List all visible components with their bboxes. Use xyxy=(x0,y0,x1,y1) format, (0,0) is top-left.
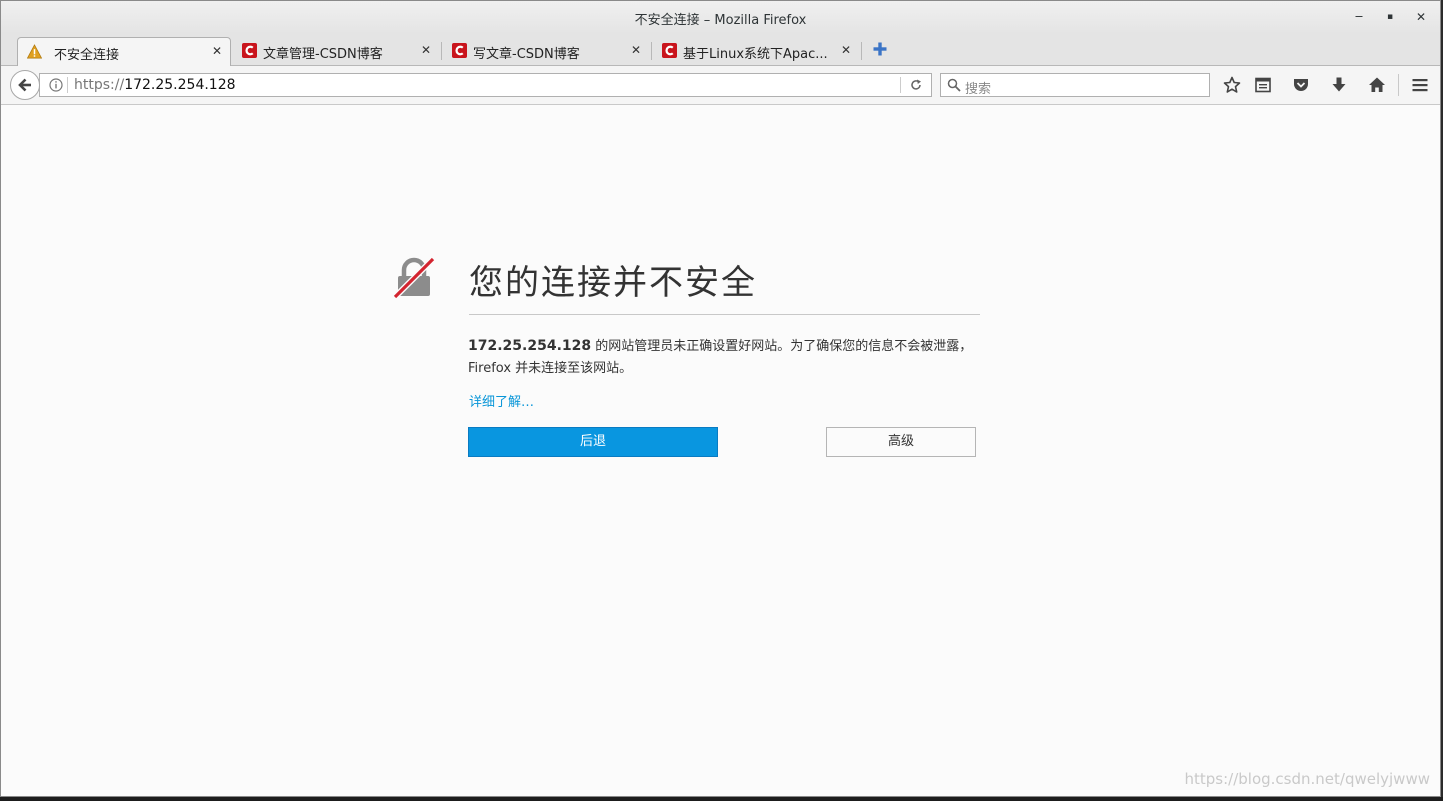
broken-lock-icon xyxy=(393,257,435,299)
maximize-button[interactable]: ▪ xyxy=(1380,7,1400,27)
tab-separator xyxy=(651,42,652,60)
url-divider xyxy=(900,77,901,93)
desktop-taskbar-edge xyxy=(0,797,1443,801)
toolbar-divider xyxy=(1398,74,1399,96)
url-host: 172.25.254.128 xyxy=(124,77,236,93)
watermark: https://blog.csdn.net/qwelyjwww xyxy=(1184,770,1431,788)
tab-title: 写文章-CSDN博客 xyxy=(473,47,580,62)
error-title: 您的连接并不安全 xyxy=(469,263,757,303)
tab-title: 不安全连接 xyxy=(54,48,120,63)
csdn-icon xyxy=(242,43,257,58)
url-protocol: https:// xyxy=(74,77,125,93)
back-arrow-icon xyxy=(18,78,31,92)
error-description: 172.25.254.128 的网站管理员未正确设置好网站。为了确保您的信息不会… xyxy=(468,335,978,380)
tab-close-button[interactable]: ✕ xyxy=(421,43,431,57)
search-placeholder: 搜索 xyxy=(965,82,992,97)
pocket-icon[interactable] xyxy=(1292,76,1310,94)
tab-article-management[interactable]: 文章管理-CSDN博客 ✕ xyxy=(233,37,439,66)
reload-icon[interactable] xyxy=(909,78,923,92)
search-bar[interactable]: 搜索 xyxy=(940,73,1210,97)
url-bar[interactable]: https://172.25.254.128 xyxy=(39,73,932,97)
tab-separator xyxy=(861,42,862,60)
bookmark-star-icon[interactable] xyxy=(1223,76,1241,94)
tab-close-button[interactable]: ✕ xyxy=(212,44,222,58)
close-window-button[interactable]: ✕ xyxy=(1411,7,1431,27)
csdn-icon xyxy=(662,43,677,58)
window-title: 不安全连接 – Mozilla Firefox xyxy=(634,13,807,28)
home-icon[interactable] xyxy=(1368,76,1386,94)
url-divider xyxy=(67,77,68,93)
learn-more-link[interactable]: 详细了解… xyxy=(469,391,534,410)
error-host: 172.25.254.128 xyxy=(468,338,592,354)
minimize-button[interactable]: ‒ xyxy=(1349,7,1369,27)
error-divider xyxy=(469,314,980,315)
advanced-button[interactable]: 高级 xyxy=(826,427,976,457)
url-text[interactable]: https://172.25.254.128 xyxy=(74,77,236,93)
go-back-button[interactable]: 后退 xyxy=(468,427,718,457)
back-button[interactable] xyxy=(10,70,40,100)
tab-close-button[interactable]: ✕ xyxy=(631,43,641,57)
reader-list-icon[interactable] xyxy=(1254,76,1272,94)
page-content xyxy=(1,105,1440,796)
tab-separator xyxy=(441,42,442,60)
navigation-toolbar: https://172.25.254.128 搜索 xyxy=(1,66,1440,105)
tab-title: 基于Linux系统下Apac... xyxy=(683,47,828,62)
new-tab-plus-icon[interactable] xyxy=(872,41,888,57)
info-icon[interactable] xyxy=(49,78,63,92)
firefox-window: 不安全连接 – Mozilla Firefox ‒ ▪ ✕ 不安全连接 ✕ 文章… xyxy=(0,0,1441,797)
tab-write-article[interactable]: 写文章-CSDN博客 ✕ xyxy=(443,37,649,66)
menu-icon[interactable] xyxy=(1411,76,1429,94)
tab-close-button[interactable]: ✕ xyxy=(841,43,851,57)
title-bar[interactable]: 不安全连接 – Mozilla Firefox ‒ ▪ ✕ xyxy=(1,1,1440,34)
tab-title: 文章管理-CSDN博客 xyxy=(263,47,383,62)
tab-bar: 不安全连接 ✕ 文章管理-CSDN博客 ✕ 写文章-CSDN博客 ✕ 基于Lin… xyxy=(1,34,1440,66)
search-icon xyxy=(947,78,961,92)
download-icon[interactable] xyxy=(1330,76,1348,94)
warning-icon xyxy=(27,44,42,59)
tab-insecure-connection[interactable]: 不安全连接 ✕ xyxy=(17,37,231,66)
tab-linux-apache[interactable]: 基于Linux系统下Apac... ✕ xyxy=(653,37,859,66)
csdn-icon xyxy=(452,43,467,58)
